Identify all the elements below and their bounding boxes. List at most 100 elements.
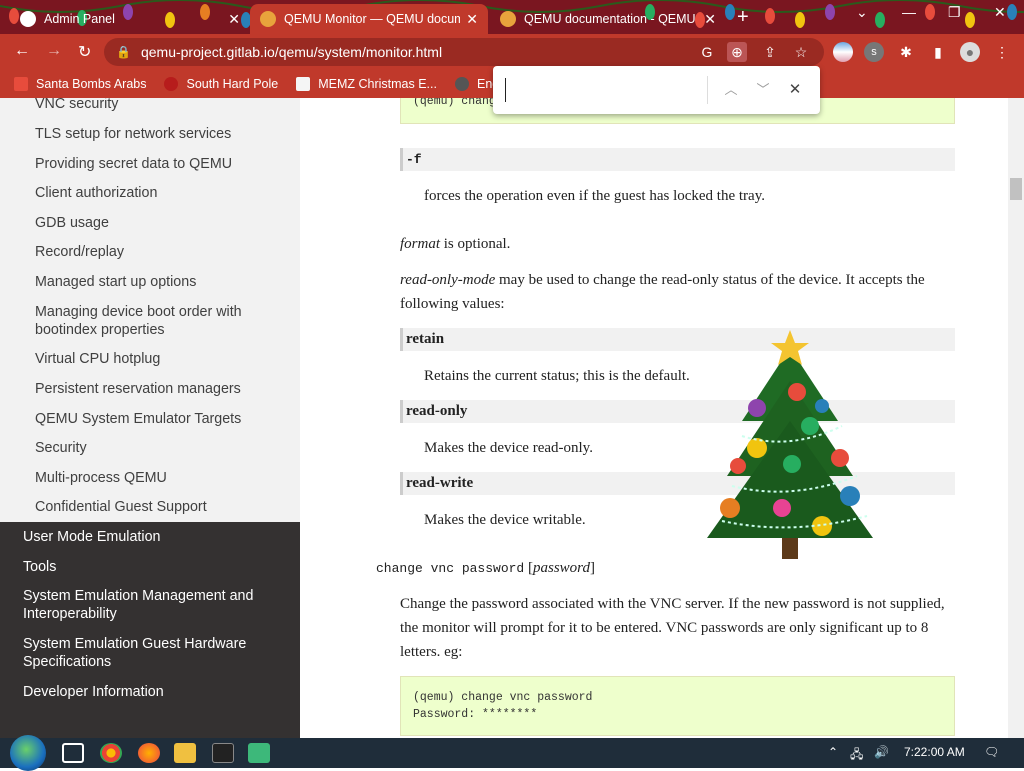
code-block-vnc-password: (qemu) change vnc password Password: ***… (400, 676, 955, 736)
option-read-write-description: Makes the device writable. (424, 512, 586, 528)
nav-section-guest-hardware[interactable]: System Emulation Guest Hardware Specific… (23, 635, 283, 671)
nav-section-user-mode[interactable]: User Mode Emulation (23, 528, 283, 546)
bookmark-icon (296, 77, 311, 91)
docs-sidebar: VNC security TLS setup for network servi… (0, 98, 300, 738)
reload-icon[interactable]: ↻ (78, 42, 91, 62)
command-description: Change the password associated with the … (400, 596, 945, 660)
start-button-icon[interactable] (10, 735, 46, 771)
extension-flag-icon[interactable] (833, 42, 853, 62)
nav-section-tools[interactable]: Tools (23, 558, 283, 576)
nav-item-vnc-security[interactable]: VNC security (35, 98, 280, 113)
format-text: is optional. (440, 236, 511, 252)
bookmark-label: MEMZ Christmas E... (318, 77, 437, 91)
tab-qemu-monitor[interactable]: QEMU Monitor — QEMU docum ✕ (250, 4, 488, 34)
lock-icon: 🔒 (116, 45, 131, 59)
command-argument: password (532, 560, 590, 576)
code-line: Password: ******** (413, 708, 538, 721)
browser-toolbar: ← → ↻ 🔒 qemu-project.gitlab.io/qemu/syst… (0, 34, 1024, 70)
nav-item-gdb-usage[interactable]: GDB usage (35, 214, 280, 232)
code-line: (qemu) change (413, 98, 503, 108)
tab-title: QEMU documentation - QEMU (524, 12, 696, 26)
find-close-icon[interactable]: ✕ (785, 79, 805, 101)
qemu-icon (260, 11, 276, 27)
file-explorer-icon[interactable] (174, 743, 196, 763)
page-content: VNC security TLS setup for network servi… (0, 98, 1024, 738)
forward-icon[interactable]: → (46, 42, 62, 60)
nav-item-tls-setup[interactable]: TLS setup for network services (35, 125, 280, 143)
close-tab-icon[interactable]: ✕ (228, 11, 240, 28)
find-next-icon[interactable]: ﹀ (753, 79, 773, 101)
nav-item-multiprocess[interactable]: Multi-process QEMU (35, 469, 280, 487)
nav-item-security[interactable]: Security (35, 439, 280, 457)
network-icon[interactable]: 🖧 (850, 745, 863, 766)
format-paragraph: format is optional. (400, 232, 510, 256)
nav-item-managed-startup[interactable]: Managed start up options (35, 273, 280, 291)
bookmark-star-icon[interactable]: ☆ (791, 42, 811, 62)
tab-search-icon[interactable]: ⌄ (856, 4, 868, 21)
extension-s-icon[interactable]: s (864, 42, 884, 62)
nav-item-client-authorization[interactable]: Client authorization (35, 184, 280, 202)
bookmark-santa-bombs[interactable]: Santa Bombs Arabs (14, 77, 146, 91)
command-prompt-icon[interactable] (212, 743, 234, 763)
side-panel-icon[interactable]: ▮ (928, 42, 948, 62)
tab-title: Admin Panel (44, 12, 115, 26)
find-input[interactable] (505, 78, 705, 102)
nav-item-boot-order[interactable]: Managing device boot order with bootinde… (35, 303, 280, 339)
nav-item-secret-data[interactable]: Providing secret data to QEMU (35, 155, 280, 173)
nav-item-cpu-hotplug[interactable]: Virtual CPU hotplug (35, 350, 280, 368)
nav-section-management[interactable]: System Emulation Management and Interope… (23, 587, 283, 623)
chrome-taskbar-icon[interactable] (100, 743, 122, 763)
doc-body: (qemu) change -f forces the operation ev… (300, 98, 1008, 738)
extensions-puzzle-icon[interactable]: ✱ (896, 42, 916, 62)
option-retain-description: Retains the current status; this is the … (424, 368, 690, 384)
nav-item-confidential-guest[interactable]: Confidential Guest Support (35, 498, 280, 516)
scrollbar-thumb[interactable] (1010, 178, 1022, 200)
find-divider (707, 76, 708, 104)
read-only-mode-paragraph: read-only-mode may be used to change the… (400, 268, 945, 316)
menu-kebab-icon[interactable]: ⋮ (992, 42, 1012, 62)
close-window-icon[interactable]: ✕ (994, 4, 1006, 21)
url-text: qemu-project.gitlab.io/qemu/system/monit… (140, 44, 443, 60)
new-tab-icon[interactable]: + (737, 6, 749, 29)
bookmark-label: South Hard Pole (186, 77, 279, 91)
minimize-icon[interactable]: — (902, 4, 916, 20)
command-signature: change vnc password [password] (376, 560, 595, 576)
option-f: -f (400, 148, 955, 171)
find-previous-icon[interactable]: ︿ (721, 79, 741, 101)
show-hidden-icons-icon[interactable]: ⌃ (828, 745, 838, 759)
tab-strip: Admin Panel ✕ QEMU Monitor — QEMU docum … (0, 0, 1024, 34)
tab-admin-panel[interactable]: Admin Panel ✕ (10, 4, 250, 34)
christmas-tree-image (707, 330, 873, 559)
zoom-icon[interactable]: ⊕ (727, 42, 747, 62)
restore-icon[interactable]: ❐ (948, 4, 961, 21)
tab-qemu-documentation[interactable]: QEMU documentation - QEMU ✕ (490, 4, 726, 34)
bookmark-memz-christmas[interactable]: MEMZ Christmas E... (296, 77, 437, 91)
close-tab-icon[interactable]: ✕ (466, 11, 478, 28)
nav-item-emulator-targets[interactable]: QEMU System Emulator Targets (35, 410, 280, 428)
windows-taskbar: ⌃ 🖧 🔊 7:22:00 AM 🗨 (0, 735, 1024, 771)
code-line: (qemu) change vnc password (413, 691, 593, 704)
nav-item-record-replay[interactable]: Record/replay (35, 243, 280, 261)
nav-section-developer[interactable]: Developer Information (23, 683, 283, 701)
back-icon[interactable]: ← (14, 42, 30, 60)
read-only-mode-term: read-only-mode (400, 272, 496, 288)
volume-icon[interactable]: 🔊 (874, 745, 889, 759)
chrome-icon (20, 11, 36, 27)
google-icon[interactable]: G (697, 42, 717, 62)
notifications-icon[interactable]: 🗨 (984, 745, 999, 759)
qemu-icon (500, 11, 516, 27)
bookmark-icon (454, 77, 469, 91)
clock[interactable]: 7:22:00 AM (904, 745, 965, 759)
close-tab-icon[interactable]: ✕ (704, 11, 716, 28)
profile-avatar-icon[interactable]: ● (960, 42, 980, 62)
app-taskbar-icon[interactable] (248, 743, 270, 763)
page-scrollbar[interactable] (1008, 98, 1024, 738)
firefox-taskbar-icon[interactable] (138, 743, 160, 763)
share-icon[interactable]: ⇪ (760, 42, 780, 62)
nav-item-persistent-reservation[interactable]: Persistent reservation managers (35, 380, 280, 398)
option-f-description: forces the operation even if the guest h… (424, 188, 765, 204)
bookmark-icon (164, 77, 179, 91)
task-view-icon[interactable] (62, 743, 84, 763)
bookmark-south-hard-pole[interactable]: South Hard Pole (164, 77, 278, 91)
bookmark-label: Santa Bombs Arabs (36, 77, 147, 91)
